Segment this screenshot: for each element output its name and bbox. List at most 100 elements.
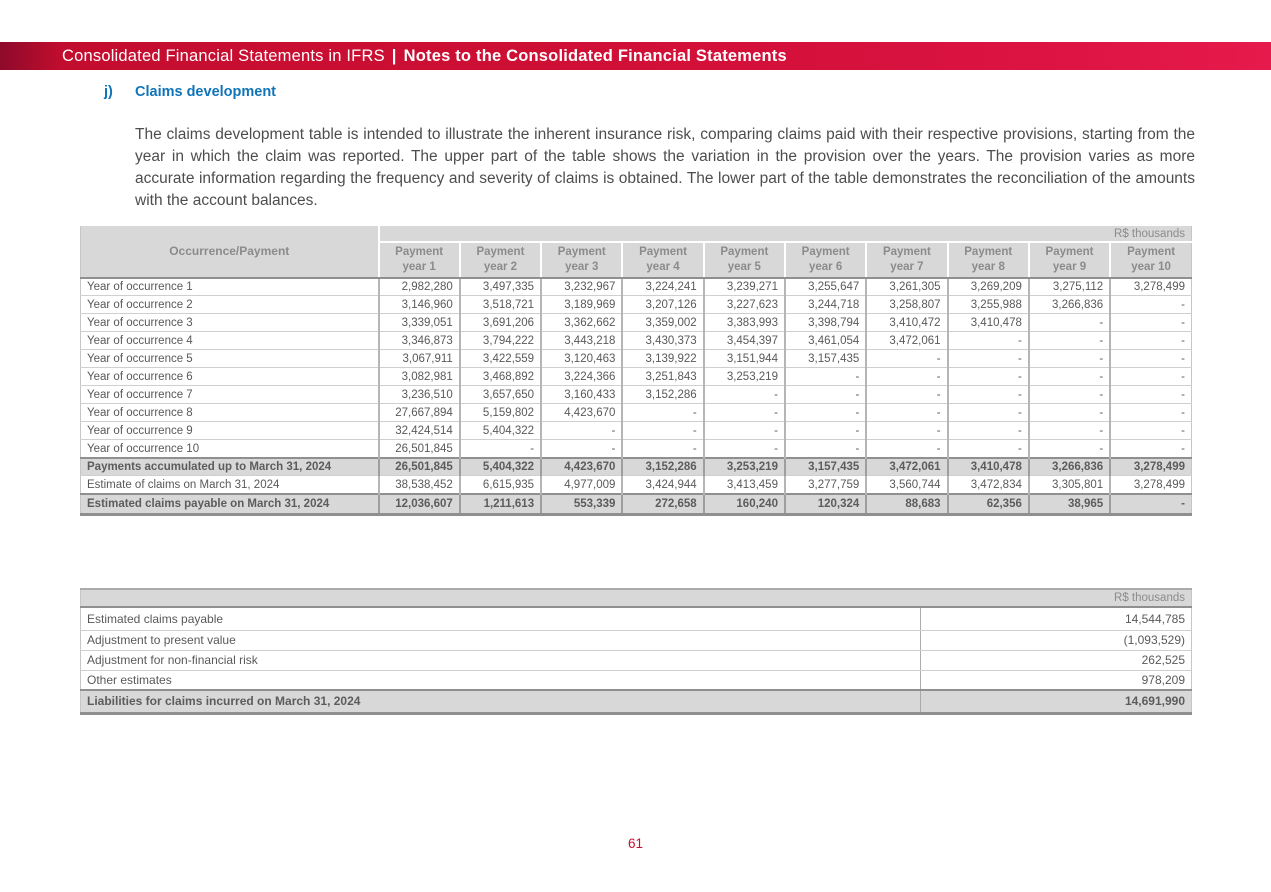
claims-cell: - [948,386,1029,404]
claims-summary-cell: 3,410,478 [948,458,1029,476]
claims-summary-cell: 553,339 [541,494,622,515]
claims-cell: - [704,404,785,422]
claims-cell: 5,404,322 [460,422,541,440]
claims-cell: - [704,440,785,458]
claims-summary-cell: 3,305,801 [1029,476,1110,494]
claims-cell: 3,151,944 [704,350,785,368]
claims-cell: - [1029,404,1110,422]
claims-cell: 3,410,472 [866,314,947,332]
claims-cell: 3,253,219 [704,368,785,386]
claims-row: Year of occurrence 63,082,9813,468,8923,… [81,368,1192,386]
claims-cell: 3,255,988 [948,296,1029,314]
claims-cell: 3,497,335 [460,278,541,296]
header-banner: Consolidated Financial Statements in IFR… [0,42,1271,70]
section-heading: j) Claims development [104,84,276,100]
claims-cell: 3,794,222 [460,332,541,350]
claims-row: Year of occurrence 1026,501,845--------- [81,440,1192,458]
claims-cell: 3,224,241 [622,278,703,296]
recon-row-value: (1,093,529) [921,630,1192,650]
claims-cell: - [1029,440,1110,458]
claims-cell: - [866,386,947,404]
claims-cell: 27,667,894 [379,404,460,422]
claims-row-label: Year of occurrence 5 [81,350,379,368]
claims-summary-cell: 3,277,759 [785,476,866,494]
claims-cell: 3,261,305 [866,278,947,296]
claims-cell: 3,346,873 [379,332,460,350]
claims-cell: 3,359,002 [622,314,703,332]
claims-cell: - [1029,332,1110,350]
claims-summary-cell: 160,240 [704,494,785,515]
claims-header-row-units: Occurrence/PaymentR$ thousands [81,226,1192,242]
claims-cell: 5,159,802 [460,404,541,422]
claims-row-label: Year of occurrence 8 [81,404,379,422]
claims-cell: - [1029,314,1110,332]
claims-table-head: Occurrence/PaymentR$ thousandsPayment ye… [81,226,1192,278]
claims-cell: 3,067,911 [379,350,460,368]
claims-summary-cell: 3,424,944 [622,476,703,494]
claims-cell: 3,236,510 [379,386,460,404]
recon-row-value: 978,209 [921,670,1192,690]
claims-cell: - [622,422,703,440]
claims-cell: 3,422,559 [460,350,541,368]
recon-header-row: R$ thousands [81,589,1192,607]
claims-cell: 2,982,280 [379,278,460,296]
claims-cell: 3,258,807 [866,296,947,314]
claims-cell: - [1110,332,1191,350]
claims-column-header: Payment year 4 [622,242,703,278]
claims-cell: - [866,404,947,422]
claims-cell: 3,657,650 [460,386,541,404]
banner-separator: | [392,47,397,66]
claims-cell: 3,269,209 [948,278,1029,296]
recon-row: Adjustment to present value(1,093,529) [81,630,1192,650]
claims-row: Year of occurrence 53,067,9113,422,559 3,… [81,350,1192,368]
recon-total-label: Liabilities for claims incurred on March… [81,690,921,713]
claims-cell: - [1110,296,1191,314]
claims-summary-label: Estimated claims payable on March 31, 20… [81,494,379,515]
claims-cell: 3,443,218 [541,332,622,350]
claims-cell: - [785,404,866,422]
claims-summary-label: Payments accumulated up to March 31, 202… [81,458,379,476]
claims-cell: - [866,368,947,386]
claims-cell: - [704,422,785,440]
claims-summary-cell: 3,157,435 [785,458,866,476]
claims-summary-row: Payments accumulated up to March 31, 202… [81,458,1192,476]
claims-cell: - [948,440,1029,458]
claims-cell: 3,224,366 [541,368,622,386]
claims-column-header: Payment year 3 [541,242,622,278]
claims-summary-cell: 5,404,322 [460,458,541,476]
claims-column-header: Payment year 5 [704,242,785,278]
claims-cell: - [785,386,866,404]
document-page: Consolidated Financial Statements in IFR… [0,0,1271,892]
claims-row-label: Year of occurrence 3 [81,314,379,332]
recon-table-body: Estimated claims payable14,544,785Adjust… [81,607,1192,713]
claims-cell: - [948,422,1029,440]
claims-cell: - [1029,368,1110,386]
recon-table-head: R$ thousands [81,589,1192,607]
banner-title-regular: Consolidated Financial Statements in IFR… [62,47,385,66]
claims-summary-cell: 120,324 [785,494,866,515]
claims-row-label: Year of occurrence 6 [81,368,379,386]
banner-title-bold: Notes to the Consolidated Financial Stat… [404,47,787,66]
claims-summary-cell: 38,965 [1029,494,1110,515]
claims-row: Year of occurrence 12,982,2803,497,3353,… [81,278,1192,296]
claims-cell: - [948,350,1029,368]
claims-summary-cell: 26,501,845 [379,458,460,476]
claims-cell: 3,461,054 [785,332,866,350]
claims-column-header: Payment year 2 [460,242,541,278]
recon-row-value: 262,525 [921,650,1192,670]
claims-cell: 3,454,397 [704,332,785,350]
recon-row-label: Other estimates [81,670,921,690]
claims-cell: - [1029,422,1110,440]
claims-summary-cell: 1,211,613 [460,494,541,515]
recon-row-label: Adjustment for non-financial risk [81,650,921,670]
claims-cell: 32,424,514 [379,422,460,440]
claims-cell: 3,430,373 [622,332,703,350]
claims-row: Year of occurrence 33,339,0513,691,2063,… [81,314,1192,332]
claims-summary-cell: 38,538,452 [379,476,460,494]
claims-cell: 3,139,922 [622,350,703,368]
claims-row-label: Year of occurrence 9 [81,422,379,440]
claims-cell: 3,691,206 [460,314,541,332]
claims-cell: - [1029,350,1110,368]
claims-cell: - [622,404,703,422]
claims-cell: 26,501,845 [379,440,460,458]
